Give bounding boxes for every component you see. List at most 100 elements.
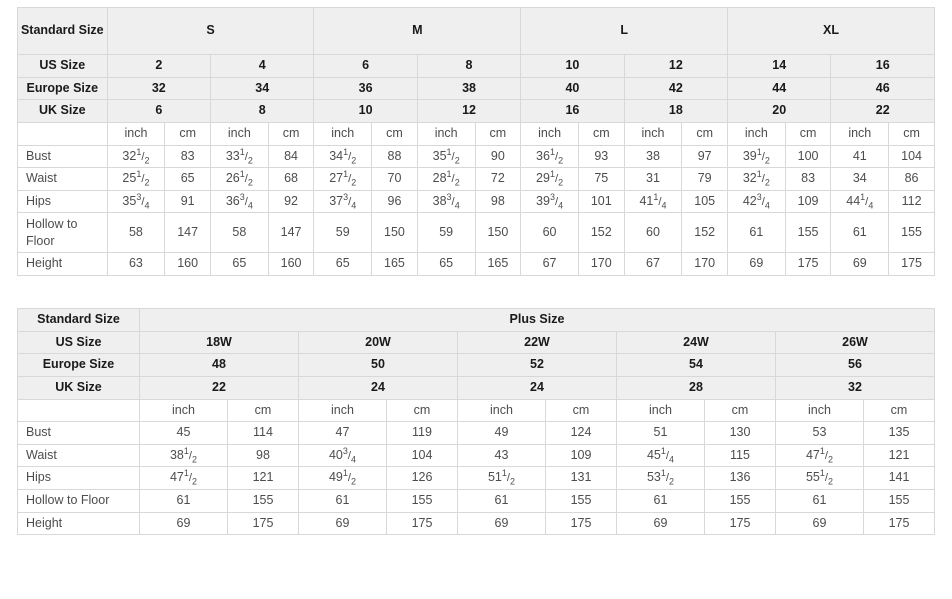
plus-measure-cm: 175	[545, 511, 617, 536]
measure-inch: 321/2	[106, 144, 166, 169]
unit-label-cm: cm	[577, 121, 625, 146]
plus-measure-cm: 141	[863, 466, 935, 490]
measure-inch: 61	[830, 212, 890, 253]
measure-inch: 41	[830, 144, 890, 169]
plus-measure-cm: 130	[704, 421, 776, 445]
standard-size-table: Standard Size S M L XL US Size 2 4 6 8 10 12 14 16 Eur…	[17, 7, 935, 276]
plus-measure-cm: 119	[386, 421, 458, 445]
plus-measure-inch: 69	[139, 511, 228, 536]
size-chart-page: Standard Size S M L XL US Size 2 4 6 8 10 12 14 16 Eur…	[0, 0, 952, 599]
measure-inch: 251/2	[106, 167, 166, 191]
plus-measure-cm: 126	[386, 466, 458, 490]
plus-size-value: 52	[457, 353, 617, 377]
plus-unit-header-row: inch cm inch cm inch cm inch cm inch cm	[17, 398, 935, 423]
plus-row-label-europe-size: Europe Size	[17, 353, 140, 377]
plus-measure-row-height: Height 69 175 69 175 69 175 69 175 69 175	[17, 511, 935, 536]
unit-label-inch: inch	[727, 121, 786, 146]
measure-row-bust: Bust 321/2 83 331/2 84 341/2 88 351/2 90 361/2 93 3…	[17, 144, 935, 169]
size-value: 6	[313, 54, 418, 78]
unit-label-cm: cm	[371, 121, 418, 146]
plus-measure-inch: 61	[457, 489, 546, 513]
size-value: 20	[727, 99, 832, 123]
unit-label-cm: cm	[164, 121, 212, 146]
plus-size-row-uk-size: UK Size 22 24 24 28 32	[17, 375, 935, 400]
measure-inch: 67	[520, 251, 579, 276]
unit-label-inch: inch	[106, 121, 166, 146]
measure-cm: 150	[474, 212, 522, 253]
measure-inch: 373/4	[313, 189, 373, 214]
plus-measure-label-bust: Bust	[17, 421, 140, 445]
size-value: 18	[623, 99, 729, 123]
plus-measure-cm: 175	[386, 511, 458, 536]
plus-size-row-europe-size: Europe Size 48 50 52 54 56	[17, 353, 935, 377]
measure-cm: 112	[888, 189, 935, 214]
unit-label-inch: inch	[830, 121, 890, 146]
plus-measure-inch: 69	[775, 511, 864, 536]
plus-size-value: 18W	[139, 330, 299, 355]
measure-cm: 175	[784, 251, 832, 276]
plus-measure-label-hips: Hips	[17, 466, 140, 490]
row-label-uk-size: UK Size	[17, 99, 108, 123]
measure-inch: 331/2	[210, 144, 269, 169]
measure-inch: 58	[210, 212, 269, 253]
measure-cm: 65	[164, 167, 212, 191]
plus-measure-cm: 175	[704, 511, 776, 536]
measure-inch: 353/4	[106, 189, 166, 214]
measure-cm: 160	[267, 251, 315, 276]
plus-measure-cm: 121	[863, 443, 935, 468]
measure-inch: 65	[416, 251, 476, 276]
measure-inch: 393/4	[520, 189, 579, 214]
plus-size-table: Standard Size Plus Size US Size 18W 20W 22W 24…	[17, 308, 935, 536]
plus-measure-cm: 175	[227, 511, 299, 536]
measure-inch: 69	[830, 251, 890, 276]
plus-size-value: 24	[298, 375, 458, 400]
measure-label-bust: Bust	[17, 144, 108, 169]
plus-measure-inch: 531/2	[616, 466, 705, 490]
plus-group-header-row: Standard Size Plus Size	[17, 308, 935, 332]
size-value: 2	[106, 54, 212, 78]
measure-cm: 88	[371, 144, 418, 169]
measure-cm: 101	[577, 189, 625, 214]
unit-label-cm: cm	[784, 121, 832, 146]
plus-measure-inch: 491/2	[298, 466, 387, 490]
plus-row-label-us-size: US Size	[17, 330, 140, 355]
plus-measure-cm: 155	[545, 489, 617, 513]
measure-cm: 86	[888, 167, 935, 191]
size-value: 14	[727, 54, 832, 78]
size-value: 8	[210, 99, 315, 123]
plus-measure-cm: 135	[863, 421, 935, 445]
measure-inch: 321/2	[727, 167, 786, 191]
plus-measure-cm: 155	[704, 489, 776, 513]
measure-cm: 152	[681, 212, 729, 253]
plus-measure-cm: 121	[227, 466, 299, 490]
plus-measure-cm: 155	[227, 489, 299, 513]
measure-inch: 281/2	[416, 167, 476, 191]
measure-cm: 152	[577, 212, 625, 253]
plus-measure-cm: 98	[227, 443, 299, 468]
size-value: 12	[623, 54, 729, 78]
plus-unit-label-inch: inch	[298, 398, 387, 423]
size-row-us-size: US Size 2 4 6 8 10 12 14 16	[17, 54, 935, 78]
plus-measure-cm: 115	[704, 443, 776, 468]
measure-inch: 58	[106, 212, 166, 253]
plus-size-value: 22W	[457, 330, 617, 355]
plus-measure-row-hollow-to-floor: Hollow to Floor 61 155 61 155 61 155 61 155 61 155	[17, 489, 935, 513]
measure-inch: 65	[210, 251, 269, 276]
plus-unit-label-cm: cm	[545, 398, 617, 423]
size-row-uk-size: UK Size 6 8 10 12 16 18 20 22	[17, 99, 935, 123]
measure-cm: 147	[267, 212, 315, 253]
plus-measure-inch: 53	[775, 421, 864, 445]
plus-row-label-uk-size: UK Size	[17, 375, 140, 400]
measure-inch: 59	[416, 212, 476, 253]
measure-inch: 31	[623, 167, 683, 191]
plus-unit-label-inch: inch	[457, 398, 546, 423]
measure-cm: 147	[164, 212, 212, 253]
plus-measure-inch: 61	[139, 489, 228, 513]
unit-label-inch: inch	[313, 121, 373, 146]
measure-inch: 60	[623, 212, 683, 253]
plus-measure-cm: 131	[545, 466, 617, 490]
plus-size-value: 54	[616, 353, 776, 377]
plus-measure-inch: 69	[457, 511, 546, 536]
measure-label-hollow-to-floor: Hollow to Floor	[17, 212, 108, 253]
measure-inch: 341/2	[313, 144, 373, 169]
